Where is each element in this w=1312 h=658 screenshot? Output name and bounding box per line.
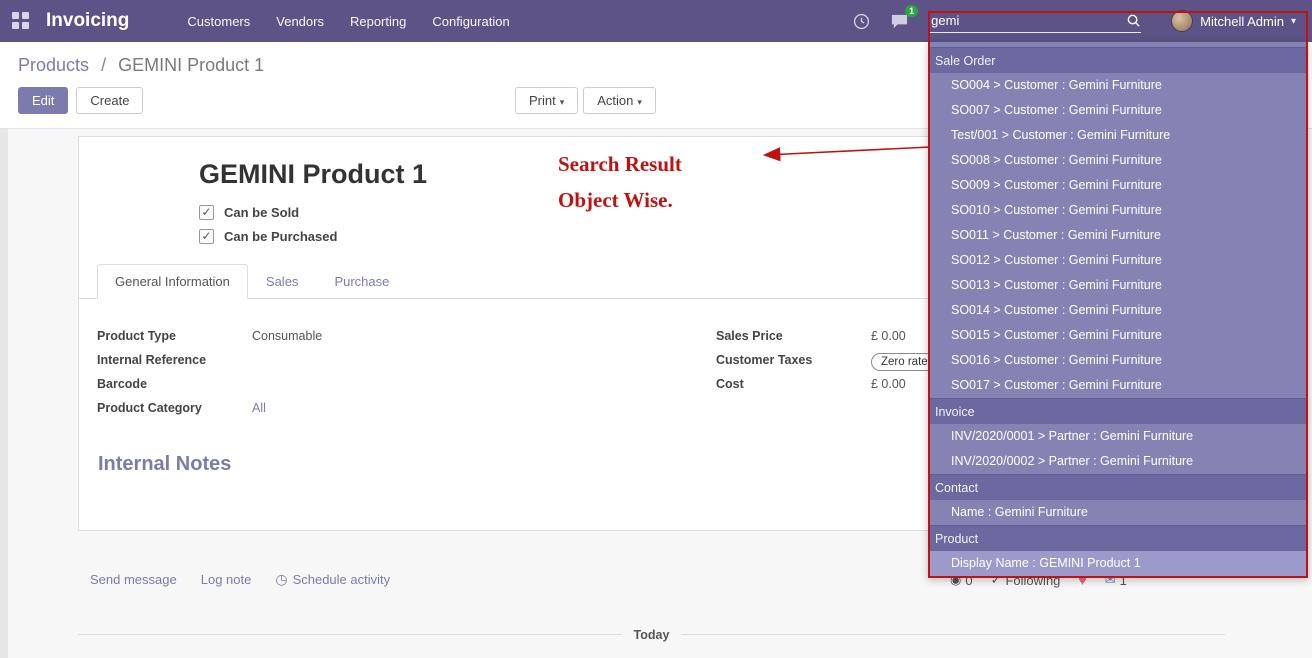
checkbox-row: ✓ Can be Sold [199, 205, 337, 220]
dropdown-result-item[interactable]: SO015 > Customer : Gemini Furniture [928, 323, 1308, 348]
checkbox[interactable]: ✓ [199, 205, 214, 220]
field-label: Internal Reference [97, 353, 237, 367]
dropdown-section-header: Invoice [928, 398, 1308, 424]
field-label: Customer Taxes [716, 353, 856, 367]
dropdown-result-item[interactable]: SO010 > Customer : Gemini Furniture [928, 198, 1308, 223]
breadcrumb-current: GEMINI Product 1 [118, 55, 264, 75]
edit-button[interactable]: Edit [18, 87, 68, 114]
tab-purchase[interactable]: Purchase [316, 264, 407, 299]
action-button[interactable]: Action ▾ [583, 87, 656, 114]
left-gutter [0, 129, 8, 658]
dropdown-result-item[interactable]: SO013 > Customer : Gemini Furniture [928, 273, 1308, 298]
dropdown-result-item[interactable]: SO016 > Customer : Gemini Furniture [928, 348, 1308, 373]
annotation-text: Search Result Object Wise. [558, 146, 682, 218]
field-columns: Product Type Consumable Internal Reference… [97, 329, 1046, 425]
create-button[interactable]: Create [76, 87, 143, 114]
field-row: Internal Reference [97, 353, 517, 371]
schedule-activity-label: Schedule activity [293, 572, 391, 587]
field-value: Consumable [252, 329, 322, 343]
annotation-line-1: Search Result [558, 146, 682, 182]
annotation-line-2: Object Wise. [558, 182, 682, 218]
dropdown-result-item[interactable]: INV/2020/0002 > Partner : Gemini Furnitu… [928, 449, 1308, 474]
checkbox-group: ✓ Can be Sold ✓ Can be Purchased [199, 205, 337, 253]
top-navbar: Invoicing Customers Vendors Reporting Confi… [0, 0, 1312, 42]
print-button[interactable]: Print ▾ [515, 87, 578, 114]
top-menu: Customers Vendors Reporting Configuration [187, 14, 535, 29]
chevron-down-icon: ▾ [637, 97, 642, 107]
avatar [1171, 10, 1193, 32]
dropdown-result-item[interactable]: Name : Gemini Furniture [928, 500, 1308, 525]
field-value: £ 0.00 [871, 377, 906, 391]
user-name: Mitchell Admin [1200, 14, 1284, 29]
action-button-label: Action [597, 93, 633, 108]
messages-icon[interactable]: 1 [890, 13, 909, 30]
search-results-dropdown: Sale OrderSO004 > Customer : Gemini Furn… [928, 42, 1308, 578]
dropdown-result-item[interactable]: SO008 > Customer : Gemini Furniture [928, 148, 1308, 173]
left-field-group: Product Type Consumable Internal Reference… [97, 329, 517, 425]
field-label: Product Type [97, 329, 237, 343]
app-name[interactable]: Invoicing [46, 10, 129, 32]
send-message-button[interactable]: Send message [90, 572, 177, 587]
breadcrumb-products-link[interactable]: Products [18, 55, 89, 75]
checkbox-label: Can be Sold [224, 205, 299, 220]
dropdown-section-header: Sale Order [928, 47, 1308, 73]
field-value: £ 0.00 [871, 329, 906, 343]
field-label: Barcode [97, 377, 237, 391]
field-label: Cost [716, 377, 856, 391]
field-label: Sales Price [716, 329, 856, 343]
chevron-down-icon: ▾ [1291, 16, 1296, 27]
breadcrumb-separator: / [101, 55, 106, 75]
page: Invoicing Customers Vendors Reporting Confi… [0, 0, 1312, 658]
field-value[interactable]: All [252, 401, 266, 415]
checkbox-label: Can be Purchased [224, 229, 337, 244]
dropdown-result-item[interactable]: INV/2020/0001 > Partner : Gemini Furnitu… [928, 424, 1308, 449]
dropdown-section-header: Contact [928, 474, 1308, 500]
search-icon[interactable] [1126, 13, 1141, 28]
dropdown-result-item[interactable]: SO014 > Customer : Gemini Furniture [928, 298, 1308, 323]
user-menu[interactable]: Mitchell Admin ▾ [1171, 10, 1296, 32]
menu-item-reporting[interactable]: Reporting [350, 14, 406, 29]
activity-clock-icon[interactable] [853, 13, 870, 30]
tab-general-information[interactable]: General Information [97, 264, 248, 299]
field-row: Barcode [97, 377, 517, 395]
menu-item-vendors[interactable]: Vendors [276, 14, 324, 29]
dropdown-result-item[interactable]: SO011 > Customer : Gemini Furniture [928, 223, 1308, 248]
clock-icon: ◷ [275, 571, 287, 588]
dropdown-result-item[interactable]: SO009 > Customer : Gemini Furniture [928, 173, 1308, 198]
dropdown-result-item[interactable]: Test/001 > Customer : Gemini Furniture [928, 123, 1308, 148]
today-divider: Today [78, 634, 1225, 653]
checkbox-row: ✓ Can be Purchased [199, 229, 337, 244]
dropdown-result-item[interactable]: Display Name : GEMINI Product 1 [928, 551, 1308, 576]
field-row: Product Type Consumable [97, 329, 517, 347]
today-label: Today [622, 628, 682, 642]
chatter-toolbar: Send message Log note ◷ Schedule activit… [90, 571, 390, 588]
apps-grid-icon[interactable] [12, 12, 30, 30]
message-count-badge: 1 [905, 5, 918, 17]
print-button-label: Print [529, 93, 556, 108]
menu-item-customers[interactable]: Customers [187, 14, 250, 29]
field-row: Product Category All [97, 401, 517, 419]
dropdown-result-item[interactable]: SO004 > Customer : Gemini Furniture [928, 73, 1308, 98]
navbar-search [929, 9, 1141, 33]
dropdown-section-header: Product [928, 525, 1308, 551]
schedule-activity-button[interactable]: ◷ Schedule activity [275, 571, 390, 588]
menu-item-configuration[interactable]: Configuration [432, 14, 509, 29]
search-input[interactable] [929, 9, 1126, 32]
dropdown-result-item[interactable]: SO012 > Customer : Gemini Furniture [928, 248, 1308, 273]
annotation-arrow-icon [752, 140, 934, 164]
dropdown-result-item[interactable]: SO007 > Customer : Gemini Furniture [928, 98, 1308, 123]
checkbox[interactable]: ✓ [199, 229, 214, 244]
tab-sales[interactable]: Sales [248, 264, 317, 299]
dropdown-result-item[interactable]: SO017 > Customer : Gemini Furniture [928, 373, 1308, 398]
chevron-down-icon: ▾ [560, 97, 565, 107]
log-note-button[interactable]: Log note [201, 572, 252, 587]
internal-notes-heading: Internal Notes [98, 453, 231, 476]
field-label: Product Category [97, 401, 237, 415]
product-title: GEMINI Product 1 [199, 159, 427, 190]
